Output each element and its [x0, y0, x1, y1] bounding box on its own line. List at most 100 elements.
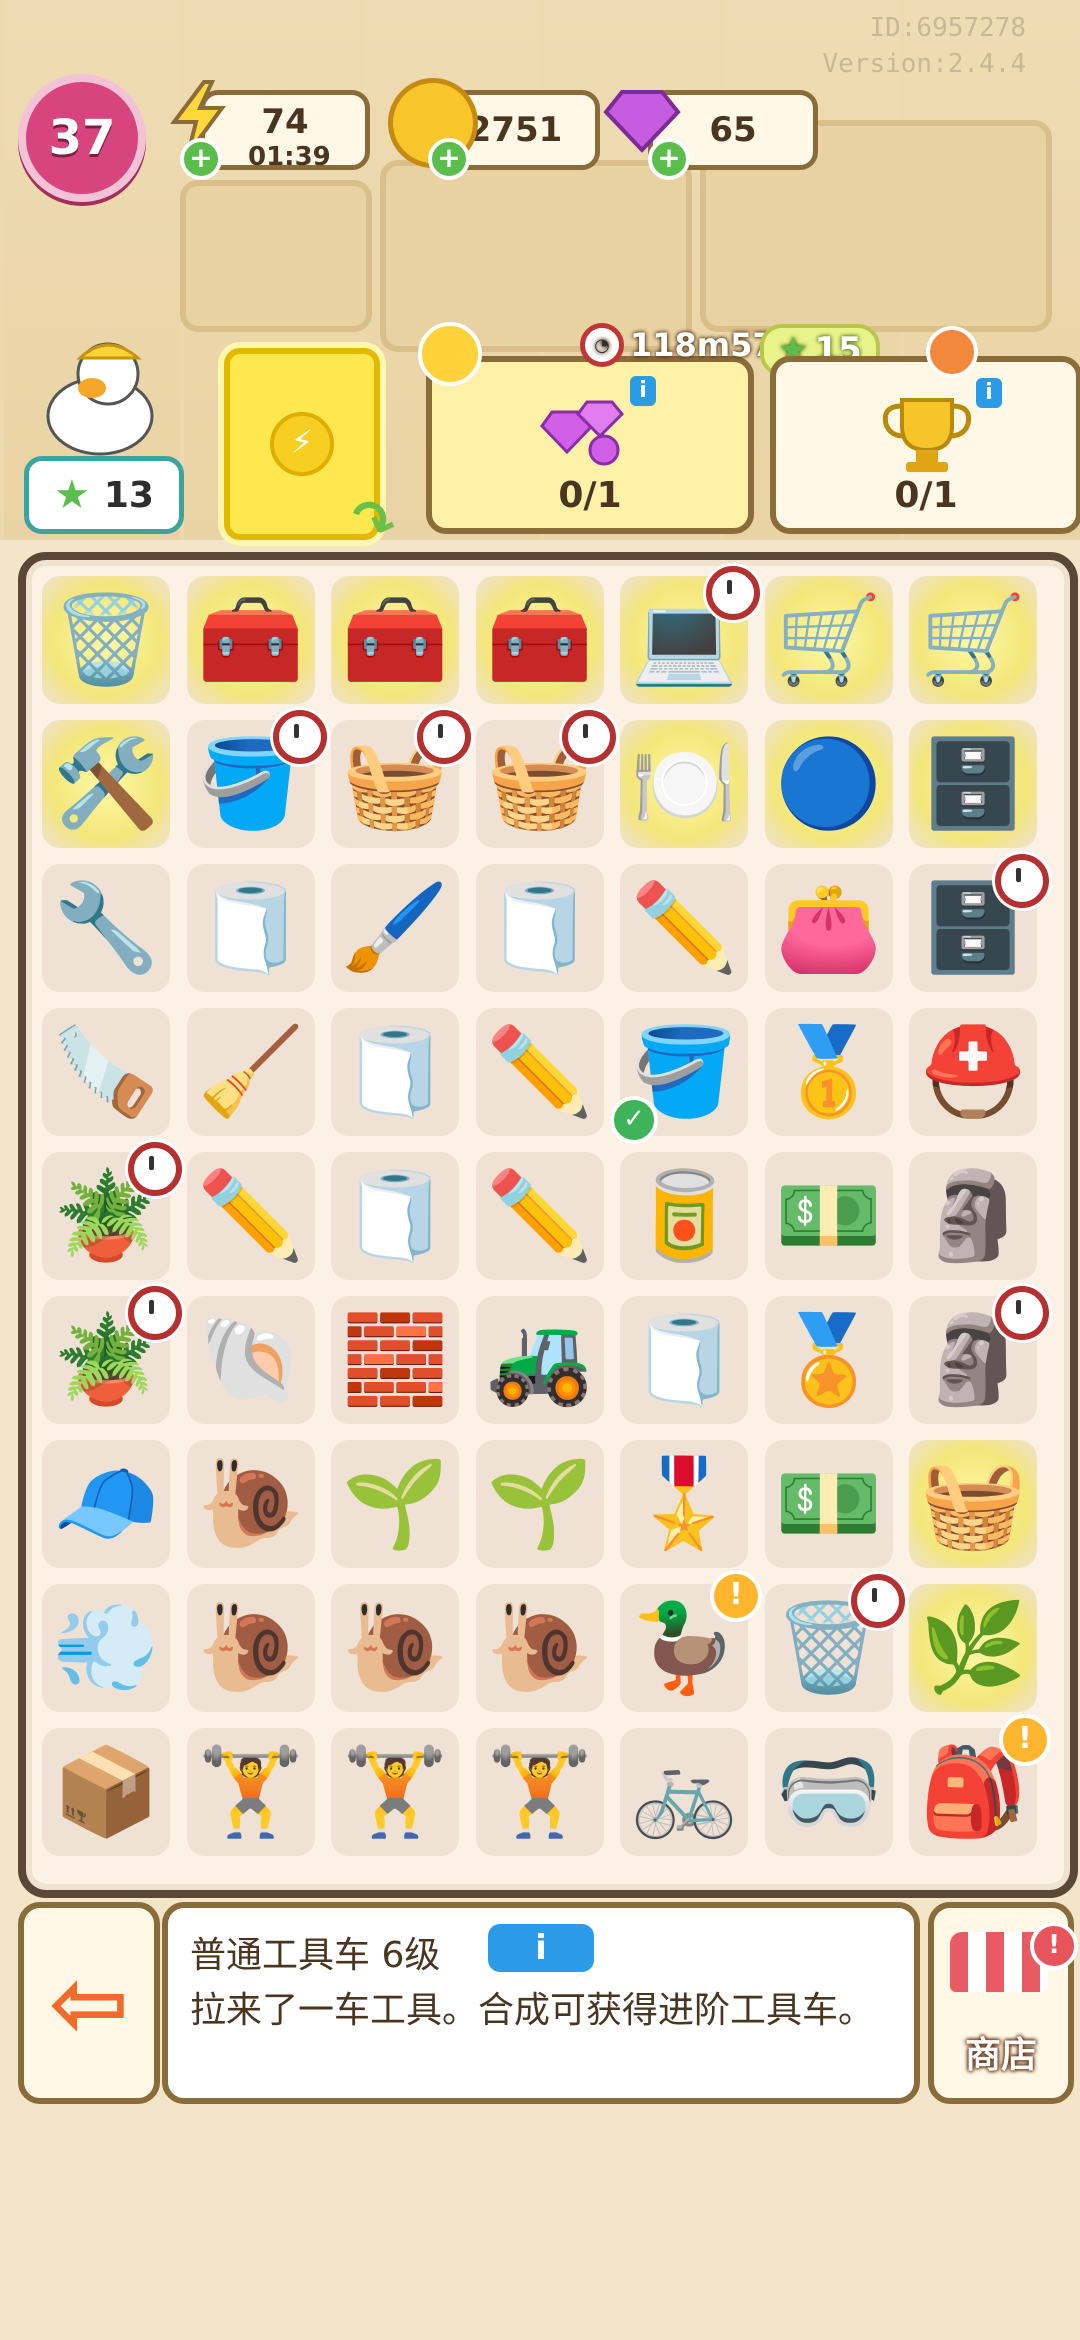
blue-dish-icon: 🍽️	[630, 734, 738, 834]
board-cell-gold-medal[interactable]: 🥇	[764, 1008, 893, 1136]
plant-pot-icon: 🌿	[919, 1598, 1027, 1698]
cat-snail-icon: 🐌	[341, 1598, 449, 1698]
board-cell-tape-roll[interactable]: 🧻	[331, 1008, 459, 1136]
board-cell-stone-statue[interactable]: 🗿	[909, 1286, 1049, 1424]
board-cell-tool-basket[interactable]: 🧺	[331, 710, 471, 848]
board-cell-cat-snail-red[interactable]: 🐌	[475, 1584, 604, 1712]
board-cell-snail[interactable]: 🐌	[186, 1440, 315, 1568]
board-cell-tape-roll[interactable]: 🧻	[331, 1152, 459, 1280]
tape-roll-icon: 🧻	[485, 878, 594, 978]
shop-button[interactable]: ! 商店	[928, 1902, 1078, 2104]
board-cell-vr-headset[interactable]: 🥽	[764, 1728, 893, 1856]
board-cell-drawer-set[interactable]: 🗄️	[909, 854, 1049, 992]
board-cell-green-toolbox[interactable]: 🧰	[186, 576, 315, 704]
gem-task-card[interactable]: i 0/1	[426, 356, 754, 534]
add-coins-button[interactable]: +	[428, 138, 470, 180]
board-cell-cat-snail[interactable]: 🐌	[186, 1584, 315, 1712]
trophy-task-info-icon[interactable]: i	[976, 378, 1002, 408]
add-energy-button[interactable]: +	[180, 138, 222, 180]
board-cell-pink-backpack[interactable]: 🎒!	[909, 1714, 1051, 1856]
board-cell-seed-bag[interactable]: 🌱	[475, 1440, 604, 1568]
duck-avatar[interactable]	[30, 336, 160, 456]
board-cell-cat-snail[interactable]: 🐌	[331, 1584, 459, 1712]
board-cell-stone-statue[interactable]: 🗿	[909, 1152, 1037, 1280]
cat-snail-icon: 🐌	[196, 1598, 305, 1698]
board-cell-toy-tank[interactable]: 🚜	[475, 1296, 604, 1424]
board-cell-kettlebell[interactable]: 🏋️	[331, 1728, 459, 1856]
energy-card[interactable]: ⚡ ↷	[224, 348, 405, 559]
clock-icon	[995, 854, 1049, 908]
board-cell-tape-roll[interactable]: 🧻	[620, 1296, 748, 1424]
cash-pile-icon: 💵	[774, 1454, 883, 1554]
board-cell-gold-medal[interactable]: 🏅	[764, 1296, 893, 1424]
clock-icon	[995, 1286, 1049, 1340]
board-cell-paint-bucket[interactable]: 🪣 ✓	[610, 1008, 748, 1144]
award-badge-icon: 🎖️	[630, 1454, 738, 1554]
board-cell-robot-vacuum[interactable]: 🔵	[764, 720, 893, 848]
board-cell-hacksaw[interactable]: 🪚	[42, 1008, 170, 1136]
board-cell-dumbbells[interactable]: 🏋️	[475, 1728, 604, 1856]
board-cell-paint-roller[interactable]: 🖌️	[331, 864, 459, 992]
board-cell-wicker-basket[interactable]: 🧺	[909, 1440, 1037, 1568]
board-cell-tape-roll[interactable]: 🧻	[186, 864, 315, 992]
board-cell-pencil[interactable]: ✏️	[620, 864, 748, 992]
gold-medal-icon: 🏅	[774, 1310, 883, 1410]
clock-icon	[417, 710, 471, 764]
player-level-badge[interactable]: 37	[18, 74, 146, 202]
checkmark-icon: ✓	[610, 1096, 658, 1144]
board-cell-blue-hat[interactable]: 🧢	[42, 1440, 170, 1568]
board-cell-blue-dish[interactable]: 🍽️	[620, 720, 748, 848]
board-cell-barbell-bench[interactable]: 🏋️	[186, 1728, 315, 1856]
arrow-icon: ↷	[340, 484, 405, 559]
star-counter[interactable]: ★ 13	[24, 456, 184, 534]
exit-button[interactable]: ⇦	[18, 1902, 160, 2104]
board-cell-green-toolbox-stack[interactable]: 🧰	[475, 576, 604, 704]
board-cell-pliers[interactable]: 🔧	[42, 864, 170, 992]
pencil-icon: ✏️	[196, 1166, 305, 1266]
board-cell-pencil[interactable]: ✏️	[186, 1152, 315, 1280]
board-cell-exercise-bike[interactable]: 🚲	[620, 1728, 748, 1856]
tool-cart-icon: 🛒	[774, 590, 883, 690]
board-cell-cash-stack[interactable]: 💵	[764, 1152, 893, 1280]
board-cell-pencil[interactable]: ✏️	[475, 1008, 604, 1136]
board-cell-pink-brick[interactable]: 🧱	[331, 1296, 459, 1424]
shop-alert-icon: !	[1030, 1922, 1078, 1970]
board-cell-pencil[interactable]: ✏️	[475, 1152, 604, 1280]
board-cell-award-badge[interactable]: 🎖️	[620, 1440, 748, 1568]
trophy-task-card[interactable]: i 0/1	[770, 326, 1080, 534]
board-cell-tool-bucket[interactable]: 🪣	[186, 710, 327, 848]
gem-task-info-icon[interactable]: i	[630, 376, 656, 406]
board-cell-hair-dryer[interactable]: 💨	[42, 1584, 170, 1712]
board-cell-paint-can[interactable]: 🥫	[620, 1152, 748, 1280]
board-cell-tool-cart[interactable]: 🛒	[764, 576, 893, 704]
board-cell-broken-wheelbarrow[interactable]: 🛠️	[42, 720, 170, 848]
merge-board: 🗑️ 🧰 🧰 🧰 💻 🛒 🛒 🛠️ 🪣 🧺 🧺 🍽️ 🔵 🗄️ 🔧 🧻 🖌️ 🧻 ✏️ 👛 🗄️ 🪚 🧹 🧻 ✏️ 🪣 ✓ 🥇 ⛑️ 🪴 ✏…	[18, 552, 1078, 1898]
board-cell-green-toolbox-stack[interactable]: 🧰	[331, 576, 459, 704]
board-cell-laptop[interactable]: 💻	[620, 566, 760, 704]
board-cell-wooden-cabinet[interactable]: 🗄️	[909, 720, 1037, 848]
energy-timer: 01:39	[248, 142, 331, 172]
board-cell-tape-roll[interactable]: 🧻	[475, 864, 604, 992]
board-cell-potted-tree[interactable]: 🪴	[42, 1286, 182, 1424]
board-cell-trash-bin[interactable]: 🗑️	[764, 1574, 905, 1712]
board-cell-duck-cart[interactable]: 🛒	[909, 576, 1037, 704]
board-cell-garbage-bag[interactable]: 🗑️	[42, 576, 170, 704]
hair-dryer-icon: 💨	[52, 1598, 160, 1698]
board-cell-snail-shell[interactable]: 🐚	[186, 1296, 315, 1424]
board-cell-trowel[interactable]: 🧹	[186, 1008, 315, 1136]
trowel-icon: 🧹	[196, 1022, 305, 1122]
player-id: ID:6957278	[869, 13, 1026, 43]
board-cell-wallet[interactable]: 👛	[764, 864, 893, 992]
level-number: 37	[48, 110, 116, 166]
add-gems-button[interactable]: +	[648, 138, 690, 180]
board-cell-purple-crate[interactable]: 📦	[42, 1728, 170, 1856]
board-cell-helmet[interactable]: ⛑️	[909, 1008, 1037, 1136]
item-info-button[interactable]: i	[488, 1924, 594, 1972]
board-cell-duck-float[interactable]: 🦆!	[620, 1570, 762, 1712]
board-cell-cash-pile[interactable]: 💵	[764, 1440, 893, 1568]
clock-icon: ◔	[580, 323, 624, 367]
board-cell-seed-packet[interactable]: 🌱	[331, 1440, 459, 1568]
board-cell-plant-pot[interactable]: 🌿	[909, 1584, 1037, 1712]
board-cell-tool-basket[interactable]: 🧺	[475, 710, 616, 848]
board-cell-potted-tree[interactable]: 🪴	[42, 1142, 182, 1280]
